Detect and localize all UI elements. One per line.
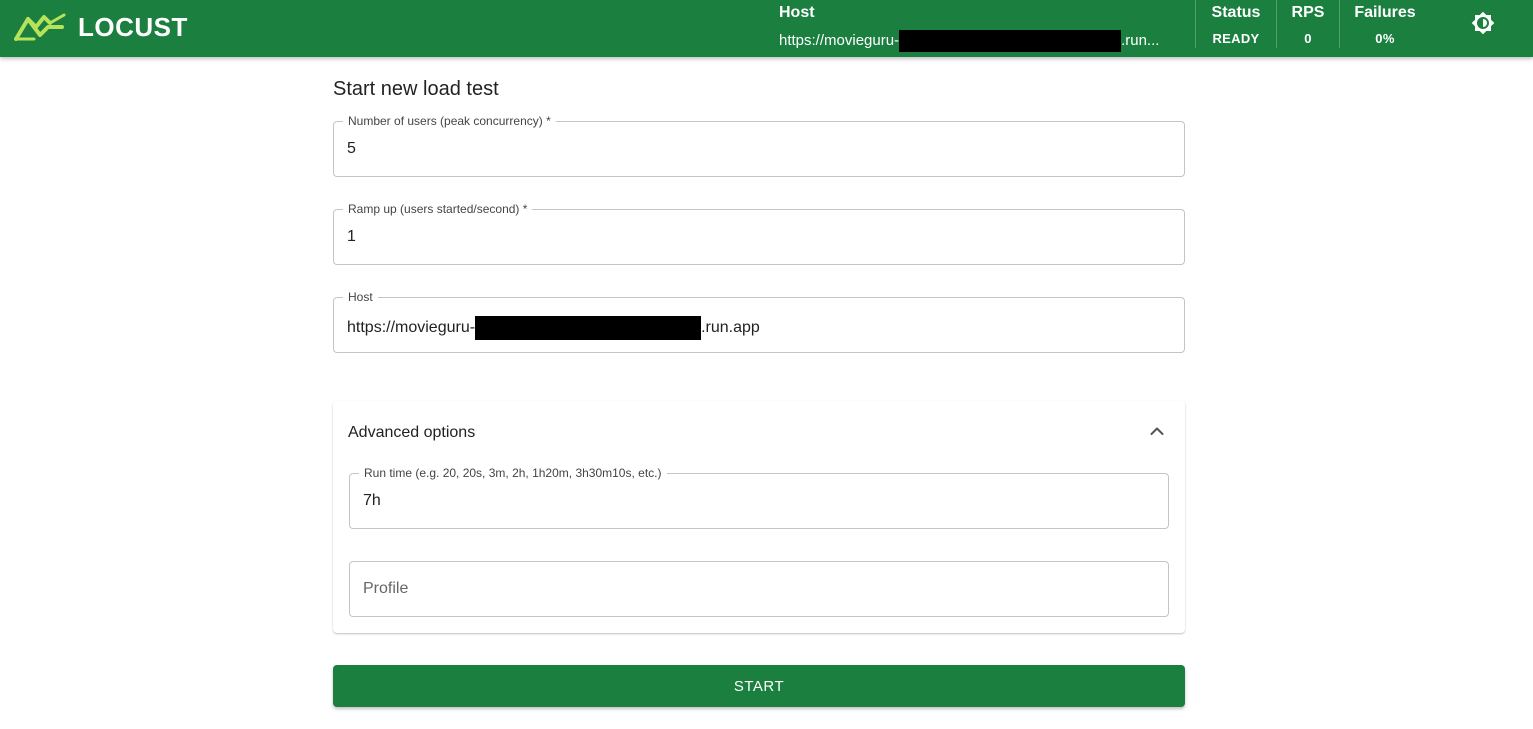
redaction-block <box>475 316 702 340</box>
profile-placeholder: Profile <box>363 580 409 597</box>
page-title: Start new load test <box>333 78 499 100</box>
ramp-up-label: Ramp up (users started/second) * <box>343 202 533 216</box>
host-field-label: Host <box>343 290 378 304</box>
rps-value: 0 <box>1304 31 1312 46</box>
locust-grasshopper-icon <box>14 13 68 41</box>
status-value: READY <box>1212 31 1260 46</box>
theme-toggle-button[interactable] <box>1470 11 1496 40</box>
ramp-up-value: 1 <box>347 228 356 245</box>
ramp-up-input[interactable]: Ramp up (users started/second) * 1 <box>333 202 1185 265</box>
users-value: 5 <box>347 140 356 157</box>
failures-stat: Failures 0% <box>1352 4 1418 46</box>
header-divider <box>1276 0 1277 48</box>
rps-label: RPS <box>1291 4 1325 21</box>
advanced-options-panel: Advanced options Run time (e.g. 20, 20s,… <box>333 401 1185 633</box>
advanced-options-title: Advanced options <box>348 424 476 441</box>
users-input[interactable]: Number of users (peak concurrency) * 5 <box>333 114 1185 177</box>
profile-input[interactable]: Profile <box>349 561 1169 617</box>
rps-stat: RPS 0 <box>1288 4 1328 46</box>
failures-label: Failures <box>1354 4 1416 21</box>
run-time-value: 7h <box>363 492 381 509</box>
brightness-toggle-icon <box>1471 11 1495 40</box>
advanced-options-toggle[interactable]: Advanced options <box>333 401 1185 461</box>
host-value-suffix: .run... <box>1121 32 1160 49</box>
redaction-block <box>899 30 1122 52</box>
host-value: https://movieguru- .run... <box>779 30 1179 52</box>
host-value-prefix: https://movieguru- <box>779 32 900 49</box>
host-field-prefix: https://movieguru- <box>347 319 476 336</box>
host-label: Host <box>779 4 815 21</box>
status-stat: Status READY <box>1210 4 1262 46</box>
failures-value: 0% <box>1375 31 1395 46</box>
locust-logo[interactable]: LOCUST <box>14 11 188 43</box>
host-input[interactable]: Host https://movieguru- .run.app <box>333 290 1185 353</box>
header-divider <box>1339 0 1340 48</box>
run-time-label: Run time (e.g. 20, 20s, 3m, 2h, 1h20m, 3… <box>359 466 667 480</box>
chevron-up-icon <box>1149 423 1165 439</box>
status-label: Status <box>1211 4 1261 21</box>
host-field-suffix: .run.app <box>701 319 760 336</box>
users-label: Number of users (peak concurrency) * <box>343 114 556 128</box>
header-divider <box>1195 0 1196 48</box>
top-navbar: LOCUST Host https://movieguru- .run... S… <box>0 0 1533 57</box>
run-time-input[interactable]: Run time (e.g. 20, 20s, 3m, 2h, 1h20m, 3… <box>349 466 1169 529</box>
host-field-value: https://movieguru- .run.app <box>347 316 760 340</box>
start-button[interactable]: START <box>333 665 1185 707</box>
header-host: Host https://movieguru- .run... <box>779 4 1179 52</box>
logo-text: LOCUST <box>78 11 188 42</box>
